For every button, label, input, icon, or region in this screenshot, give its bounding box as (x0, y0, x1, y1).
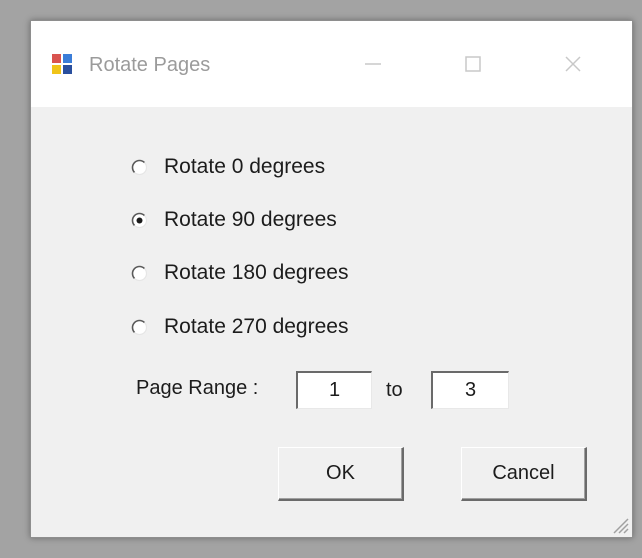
radio-rotate-180[interactable]: Rotate 180 degrees (131, 258, 348, 288)
cancel-button[interactable]: Cancel (461, 447, 587, 501)
ok-button[interactable]: OK (278, 447, 404, 501)
close-icon (565, 56, 581, 72)
radio-label: Rotate 270 degrees (164, 315, 349, 338)
radio-label: Rotate 0 degrees (164, 155, 326, 178)
radio-button-icon[interactable] (131, 212, 148, 229)
maximize-button[interactable] (441, 39, 505, 89)
radio-selected-dot (136, 217, 143, 223)
page-range-to-input[interactable]: 3 (431, 371, 509, 409)
radio-button-icon[interactable] (131, 265, 148, 282)
maximize-icon (465, 56, 481, 72)
window-title: Rotate Pages (89, 54, 211, 76)
radio-rotate-0[interactable]: Rotate 0 degrees (131, 152, 325, 182)
resize-grip-icon[interactable] (608, 513, 630, 535)
radio-button-icon[interactable] (131, 159, 148, 176)
page-range-from-input[interactable]: 1 (296, 371, 372, 409)
close-button[interactable] (541, 39, 605, 89)
radio-rotate-270[interactable]: Rotate 270 degrees (131, 312, 348, 342)
radio-rotate-90[interactable]: Rotate 90 degrees (131, 205, 337, 235)
page-range-label: Page Range : (136, 377, 259, 399)
radio-button-icon[interactable] (131, 319, 148, 336)
rotate-pages-dialog: Rotate Pages Rotate 0 degrees Rotate 90 … (30, 20, 633, 538)
radio-label: Rotate 180 degrees (164, 261, 349, 284)
title-bar[interactable]: Rotate Pages (31, 21, 632, 107)
app-icon (52, 54, 72, 74)
minimize-button[interactable] (341, 39, 405, 89)
minimize-icon (365, 63, 381, 65)
dialog-body: Rotate 0 degrees Rotate 90 degrees Rotat… (31, 107, 632, 537)
page-range-to-label: to (386, 379, 403, 401)
radio-label: Rotate 90 degrees (164, 208, 337, 231)
